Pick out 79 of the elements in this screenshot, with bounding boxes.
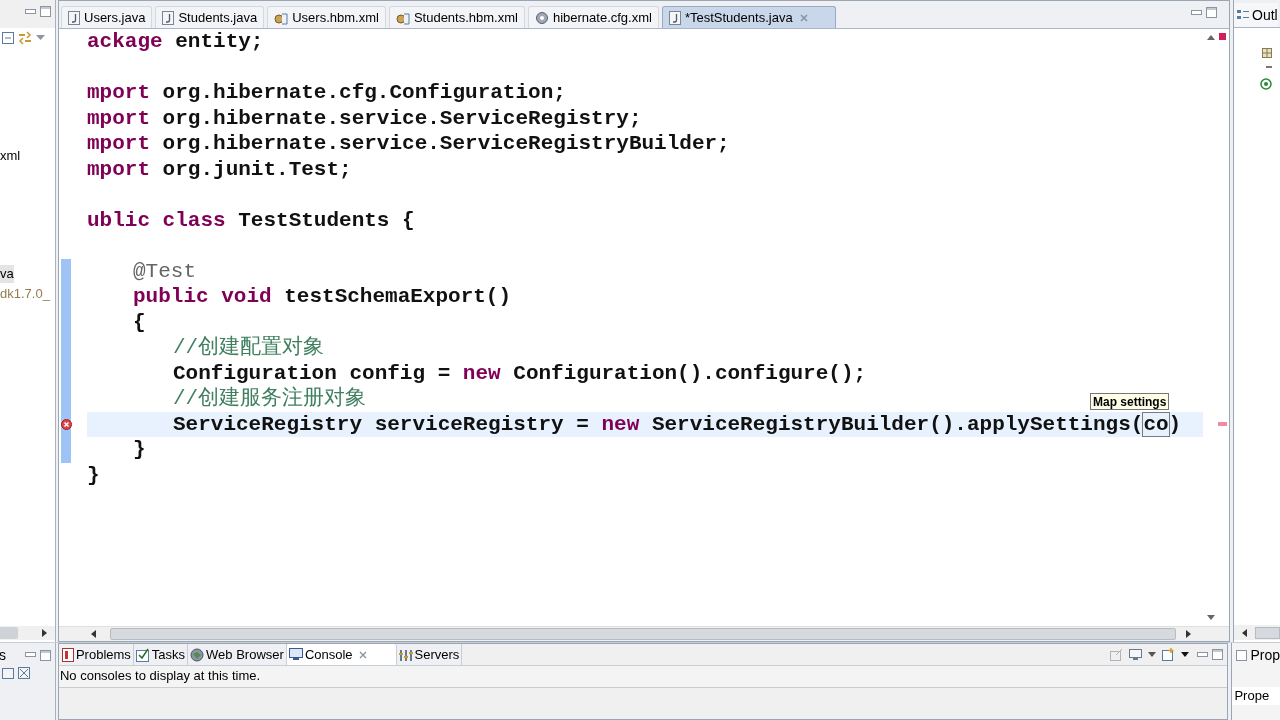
monitor-icon [288, 648, 303, 661]
new-window-icon [1162, 648, 1176, 661]
view-tab[interactable]: Servers [396, 644, 463, 665]
tree-item[interactable]: dk1.7.0_ [0, 285, 50, 303]
scroll-down-icon [1207, 615, 1215, 620]
minimize-icon [25, 8, 36, 15]
code-line: { [133, 309, 146, 335]
tree-item[interactable]: xml [0, 147, 21, 165]
link-arrows-icon [18, 31, 32, 45]
java-file-icon [162, 10, 175, 25]
editor-tab[interactable]: Students.hbm.xml [388, 6, 525, 28]
editor-tab[interactable]: hibernate.cfg.xml [527, 6, 659, 28]
small-dash-icon [1266, 66, 1272, 70]
scroll-left-icon [1242, 628, 1247, 637]
view-tab[interactable]: Problems [59, 644, 134, 665]
code-line: mport org.junit.Test; [87, 156, 352, 182]
code-line: } [133, 437, 146, 463]
minimize-icon [1191, 9, 1202, 16]
close-all-icon [18, 667, 30, 679]
scroll-up-icon [1207, 35, 1215, 40]
xml-file-icon [395, 10, 410, 25]
panel-tab[interactable]: s [0, 644, 6, 666]
tree-item[interactable]: va [0, 265, 14, 283]
editor-tab[interactable]: Students.java [155, 6, 265, 28]
sliders-icon [398, 647, 413, 662]
minimize-icon [24, 652, 36, 658]
maximize-icon [1206, 7, 1217, 18]
code-line: ServiceRegistry serviceRegistry = new ServiceRegistryBuilder().applySettings(co) [173, 411, 1182, 437]
view-tab[interactable]: Tasks [133, 644, 189, 665]
grid-icon [1262, 48, 1272, 58]
code-line: mport org.hibernate.cfg.Configuration; [87, 80, 566, 106]
java-file-icon [668, 10, 681, 25]
maximize-icon [39, 649, 51, 661]
code-line: public void testSchemaExport() [133, 284, 512, 310]
code-line: //创建配置对象 [173, 335, 325, 361]
scrollbar-thumb[interactable] [1255, 626, 1280, 639]
monitor-icon [1129, 648, 1143, 661]
dropdown-caret-icon [1181, 652, 1190, 657]
ring-icon [1260, 78, 1272, 90]
code-line: } [87, 462, 100, 488]
maximize-icon [40, 6, 51, 17]
error-summary-marker [1219, 33, 1226, 40]
code-line: Configuration config = new Configuration().configure(); [173, 360, 867, 386]
close-icon [357, 649, 368, 660]
globe-icon [190, 647, 205, 662]
scroll-right-icon [1186, 630, 1191, 638]
scroll-right-icon [42, 629, 47, 637]
minimize-icon [1197, 651, 1209, 658]
console-message: No consoles to display at this time. [58, 666, 1228, 688]
tooltip: Map settings [1090, 393, 1170, 410]
problems-icon [61, 647, 74, 662]
properties-tab[interactable]: Prop [1232, 643, 1280, 667]
view-tab[interactable]: Web Browser [188, 644, 287, 665]
code-line: mport org.hibernate.service.ServiceRegistry; [87, 105, 642, 131]
java-file-icon [68, 10, 80, 25]
xml-file-icon [274, 10, 289, 25]
view-tab[interactable]: Console [286, 644, 397, 665]
config-file-icon [534, 10, 549, 25]
outline-icon [1237, 9, 1249, 21]
code-line: mport org.hibernate.service.ServiceRegistryBuilder; [87, 131, 730, 157]
outline-tab[interactable]: Outl [1234, 3, 1278, 27]
dropdown-caret-icon [36, 35, 45, 41]
code-line: @Test [133, 258, 196, 284]
editor-tab[interactable]: Users.java [61, 6, 153, 28]
editor-tab[interactable]: *TestStudents.java [661, 6, 836, 28]
properties-icon [1236, 649, 1248, 661]
scrollbar-thumb[interactable] [0, 627, 18, 639]
dropdown-caret-icon [1148, 652, 1157, 657]
code-line: ublic class TestStudents { [87, 207, 415, 233]
code-line: ackage entity; [87, 29, 264, 55]
editor-tab[interactable]: Users.hbm.xml [267, 6, 386, 28]
properties-header: Prope [1232, 687, 1280, 705]
maximize-icon [1212, 649, 1224, 660]
code-line: //创建服务注册对象 [173, 386, 367, 412]
scroll-left-icon [91, 630, 96, 638]
checklist-icon [135, 647, 150, 662]
close-icon [798, 12, 809, 23]
scrollbar-thumb[interactable] [110, 628, 1176, 640]
error-ruler-marker [1218, 421, 1227, 426]
